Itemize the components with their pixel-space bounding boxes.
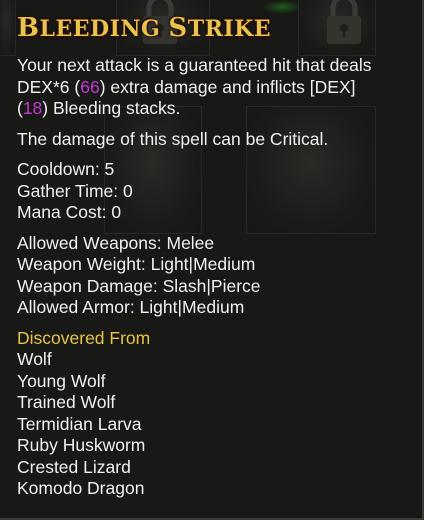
- description-line: DEX*6 (66) extra damage and inflicts [DE…: [17, 77, 424, 99]
- discovered-from-item: Young Wolf: [17, 370, 106, 391]
- skill-stats: Cooldown: 5 Gather Time: 0 Mana Cost: 0: [17, 159, 424, 224]
- weapon-damage: Weapon Damage: Slash|Pierce: [17, 275, 261, 296]
- title-initial: B: [17, 13, 40, 43]
- description-text: ) extra damage and inflicts [DEX]: [99, 76, 356, 97]
- discovered-from-item: Komodo Dragon: [17, 478, 145, 498]
- stat-mana-cost: Mana Cost: 0: [17, 202, 122, 222]
- tooltip-content: BLEEDING STRIKE Your next attack is a gu…: [0, 0, 424, 500]
- description-text: ) Bleeding stacks.: [42, 98, 181, 118]
- critical-note: The damage of this spell can be Critical…: [17, 128, 329, 149]
- title-part: LEEDING: [39, 16, 169, 42]
- description-text: DEX*6 (: [17, 76, 81, 97]
- damage-value: 66: [80, 76, 100, 97]
- skill-tooltip-screen: BLEEDING STRIKE Your next attack is a gu…: [0, 0, 424, 520]
- title-part: TRIKE: [187, 16, 272, 42]
- stat-cooldown: Cooldown: 5: [17, 159, 115, 179]
- discovered-from-item: Ruby Huskworm: [17, 435, 146, 455]
- discovered-from-item: Wolf: [17, 349, 52, 369]
- title-initial: S: [168, 13, 188, 43]
- description-line: (18) Bleeding stacks.: [17, 98, 424, 120]
- discovered-from-heading: Discovered From: [17, 327, 151, 348]
- discovered-from-item: Termidian Larva: [17, 413, 142, 434]
- bleed-stacks-value: 18: [22, 98, 43, 118]
- skill-requirements: Allowed Weapons: Melee Weapon Weight: Li…: [17, 233, 424, 319]
- stat-gather-time: Gather Time: 0: [17, 180, 133, 201]
- discovered-from-item: Crested Lizard: [17, 456, 131, 477]
- discovered-from-item: Trained Wolf: [17, 392, 116, 412]
- allowed-armor: Allowed Armor: Light|Medium: [17, 297, 245, 317]
- weapon-weight: Weapon Weight: Light|Medium: [17, 254, 256, 274]
- skill-title: BLEEDING STRIKE: [17, 14, 424, 43]
- description-line: Your next attack is a guaranteed hit tha…: [17, 55, 372, 75]
- allowed-weapons: Allowed Weapons: Melee: [17, 232, 215, 253]
- skill-description: Your next attack is a guaranteed hit tha…: [17, 55, 424, 120]
- discovered-from-section: Discovered From Wolf Young Wolf Trained …: [17, 328, 424, 500]
